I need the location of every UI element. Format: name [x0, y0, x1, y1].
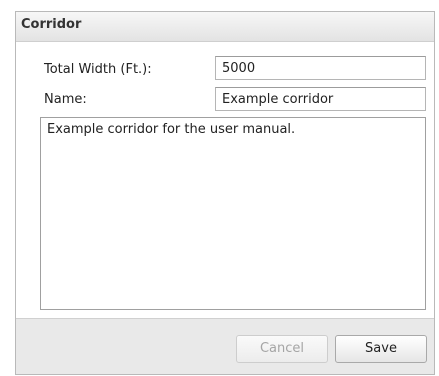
dialog-footer: Cancel Save — [16, 318, 434, 374]
name-input[interactable] — [215, 87, 426, 111]
save-button[interactable]: Save — [335, 335, 427, 363]
name-label: Name: — [44, 92, 87, 107]
cancel-button[interactable]: Cancel — [236, 335, 328, 363]
description-textarea[interactable]: Example corridor for the user manual. — [40, 117, 426, 310]
total-width-input[interactable] — [215, 56, 426, 80]
dialog-title: Corridor — [21, 17, 82, 32]
corridor-dialog: Corridor Total Width (Ft.): Name: Exampl… — [15, 11, 435, 375]
dialog-title-bar: Corridor — [16, 12, 434, 42]
total-width-label: Total Width (Ft.): — [44, 62, 152, 77]
